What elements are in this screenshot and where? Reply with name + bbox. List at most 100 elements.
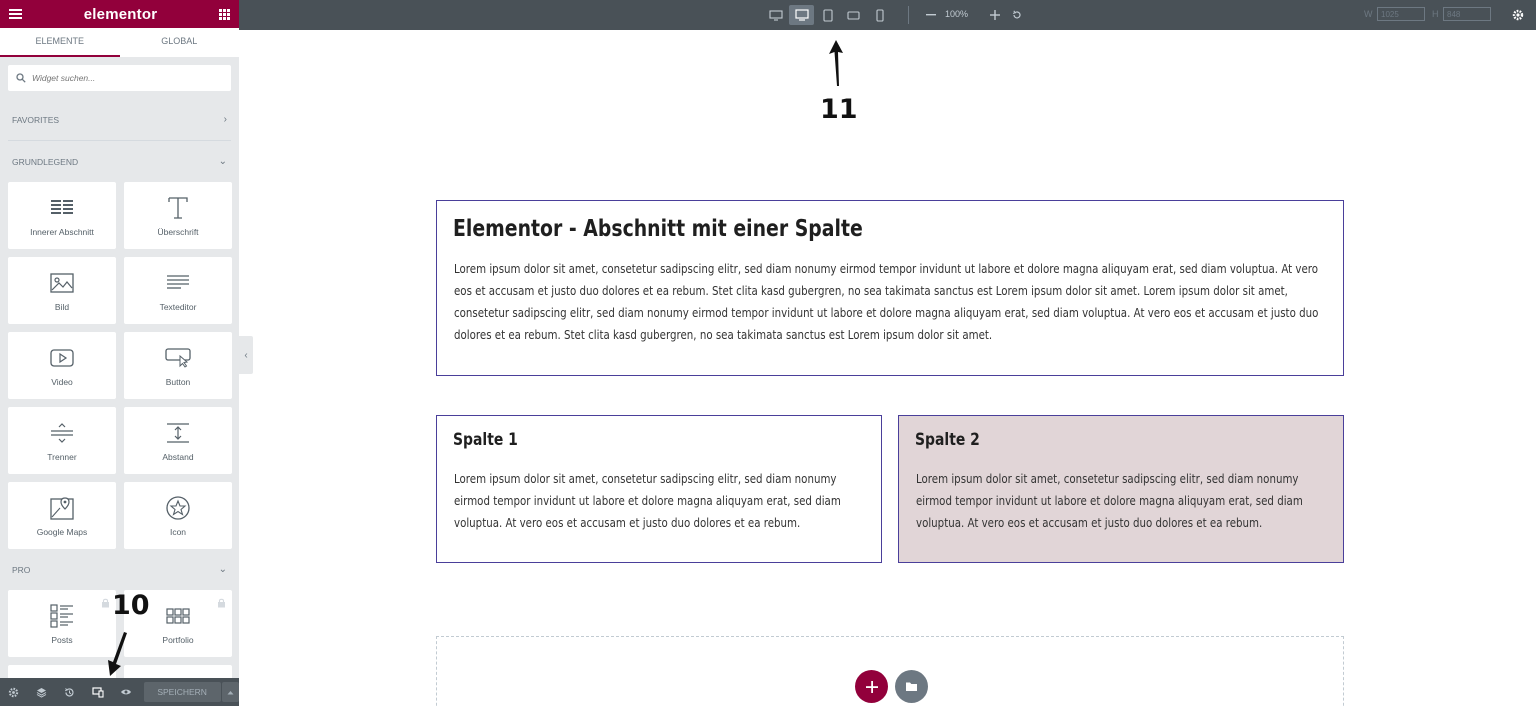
- minus-icon: [926, 14, 936, 16]
- column-1-text[interactable]: Lorem ipsum dolor sit amet, consetetur s…: [454, 468, 856, 534]
- category-basic[interactable]: GRUNDLEGEND ⌄: [0, 141, 239, 182]
- responsive-toolbar: 100% W H: [239, 0, 1536, 30]
- toolbar-settings-button[interactable]: [1509, 6, 1527, 24]
- column-1-heading[interactable]: Spalte 1: [453, 430, 518, 450]
- chevron-down-icon: ⌄: [218, 156, 227, 167]
- zoom-reset-button[interactable]: [1009, 5, 1025, 25]
- menu-icon[interactable]: [9, 9, 22, 19]
- widget-search-input[interactable]: [32, 73, 212, 83]
- lock-icon: [101, 595, 110, 613]
- widget-label: Video: [51, 376, 73, 387]
- star-icon: [166, 495, 190, 521]
- widget-label: Innerer Abschnitt: [30, 226, 94, 237]
- folder-icon: [906, 682, 917, 691]
- device-desktop-button[interactable]: [789, 5, 814, 25]
- heading-icon: [167, 195, 189, 221]
- navigator-button[interactable]: [28, 678, 56, 706]
- history-button[interactable]: [56, 678, 84, 706]
- eye-icon: [120, 689, 131, 695]
- column-1[interactable]: Spalte 1 Lorem ipsum dolor sit amet, con…: [436, 415, 882, 563]
- category-pro[interactable]: PRO ⌄: [0, 549, 239, 590]
- category-favorites-label: FAVORITES: [12, 114, 60, 125]
- height-input[interactable]: [1443, 7, 1491, 21]
- widget-label: Button: [165, 376, 191, 387]
- reset-icon: [1012, 10, 1021, 19]
- section-text[interactable]: Lorem ipsum dolor sit amet, consetetur s…: [454, 258, 1331, 346]
- add-template-button[interactable]: [895, 670, 928, 703]
- widget-posts[interactable]: Posts: [8, 590, 116, 657]
- google-maps-icon: [50, 495, 74, 521]
- editor-canvas: Elementor - Abschnitt mit einer Spalte L…: [253, 30, 1536, 706]
- device-tablet-button[interactable]: [815, 5, 840, 25]
- responsive-mode-button[interactable]: [84, 678, 112, 706]
- portfolio-icon: [166, 603, 190, 629]
- widget-video[interactable]: Video: [8, 332, 116, 399]
- text-editor-icon: [166, 270, 190, 296]
- category-favorites[interactable]: FAVORITES ›: [0, 99, 239, 140]
- widescreen-icon: [768, 9, 783, 21]
- toolbar-divider: [908, 6, 909, 24]
- section-heading[interactable]: Elementor - Abschnitt mit einer Spalte: [453, 216, 863, 242]
- posts-icon: [50, 603, 74, 629]
- annotation-arrow-up: [829, 40, 843, 86]
- history-icon: [65, 687, 74, 697]
- widget-label: Texteditor: [159, 301, 197, 312]
- desktop-icon: [794, 9, 809, 21]
- panel-header: elementor: [0, 0, 239, 28]
- gear-icon: [1512, 9, 1524, 21]
- save-button[interactable]: SPEICHERN: [143, 682, 221, 702]
- panel-collapse-toggle[interactable]: ‹: [239, 336, 253, 374]
- add-section-button[interactable]: [855, 670, 888, 703]
- inner-section-icon: [50, 195, 74, 221]
- panel-tabs: ELEMENTE GLOBAL: [0, 28, 239, 57]
- basic-widget-grid: Innerer Abschnitt Überschrift Bild Texte…: [0, 182, 239, 549]
- widget-label: Trenner: [47, 451, 77, 462]
- preview-button[interactable]: [112, 678, 140, 706]
- zoom-level: 100%: [945, 9, 969, 19]
- responsive-icon: [92, 686, 104, 698]
- column-2-heading[interactable]: Spalte 2: [915, 430, 980, 450]
- zoom-in-button[interactable]: [987, 5, 1003, 25]
- gear-icon: [9, 687, 19, 697]
- zoom-out-button[interactable]: [923, 5, 939, 25]
- column-2-text[interactable]: Lorem ipsum dolor sit amet, consetetur s…: [916, 468, 1318, 534]
- widgets-grid-icon[interactable]: [219, 8, 230, 20]
- widget-label: Posts: [51, 634, 73, 645]
- section-single-column[interactable]: Elementor - Abschnitt mit einer Spalte L…: [436, 200, 1344, 376]
- settings-button[interactable]: [0, 678, 28, 706]
- widget-label: Bild: [54, 301, 70, 312]
- app-logo: elementor: [83, 5, 158, 23]
- widget-text-editor[interactable]: Texteditor: [124, 257, 232, 324]
- widget-icon[interactable]: Icon: [124, 482, 232, 549]
- widget-label: Überschrift: [157, 226, 199, 237]
- spacer-icon: [166, 420, 190, 446]
- widget-heading[interactable]: Überschrift: [124, 182, 232, 249]
- widget-image[interactable]: Bild: [8, 257, 116, 324]
- chevron-down-icon: ⌄: [218, 564, 227, 575]
- device-mobile-landscape-button[interactable]: [841, 5, 866, 25]
- mobile-landscape-icon: [847, 10, 860, 20]
- widget-inner-section[interactable]: Innerer Abschnitt: [8, 182, 116, 249]
- widget-label: Google Maps: [36, 526, 88, 537]
- annotation-arrow-down: [108, 632, 127, 676]
- width-input[interactable]: [1377, 7, 1425, 21]
- tab-elements[interactable]: ELEMENTE: [0, 28, 120, 57]
- annotation-label-11: 11: [820, 94, 858, 125]
- save-options-button[interactable]: [221, 682, 239, 702]
- column-2[interactable]: Spalte 2 Lorem ipsum dolor sit amet, con…: [898, 415, 1344, 563]
- elementor-editor: elementor ELEMENTE GLOBAL FAVORITES › GR…: [0, 0, 1536, 706]
- device-mobile-button[interactable]: [867, 5, 892, 25]
- annotation-label-10: 10: [112, 590, 150, 621]
- tab-global[interactable]: GLOBAL: [120, 28, 240, 57]
- caret-up-icon: [227, 690, 234, 694]
- search-icon: [16, 73, 26, 83]
- plus-icon: [865, 680, 878, 693]
- video-icon: [50, 345, 74, 371]
- device-widescreen-button[interactable]: [763, 5, 788, 25]
- widget-divider[interactable]: Trenner: [8, 407, 116, 474]
- image-icon: [50, 270, 74, 296]
- add-section-dropzone[interactable]: [436, 636, 1344, 706]
- widget-spacer[interactable]: Abstand: [124, 407, 232, 474]
- widget-google-maps[interactable]: Google Maps: [8, 482, 116, 549]
- widget-button[interactable]: Button: [124, 332, 232, 399]
